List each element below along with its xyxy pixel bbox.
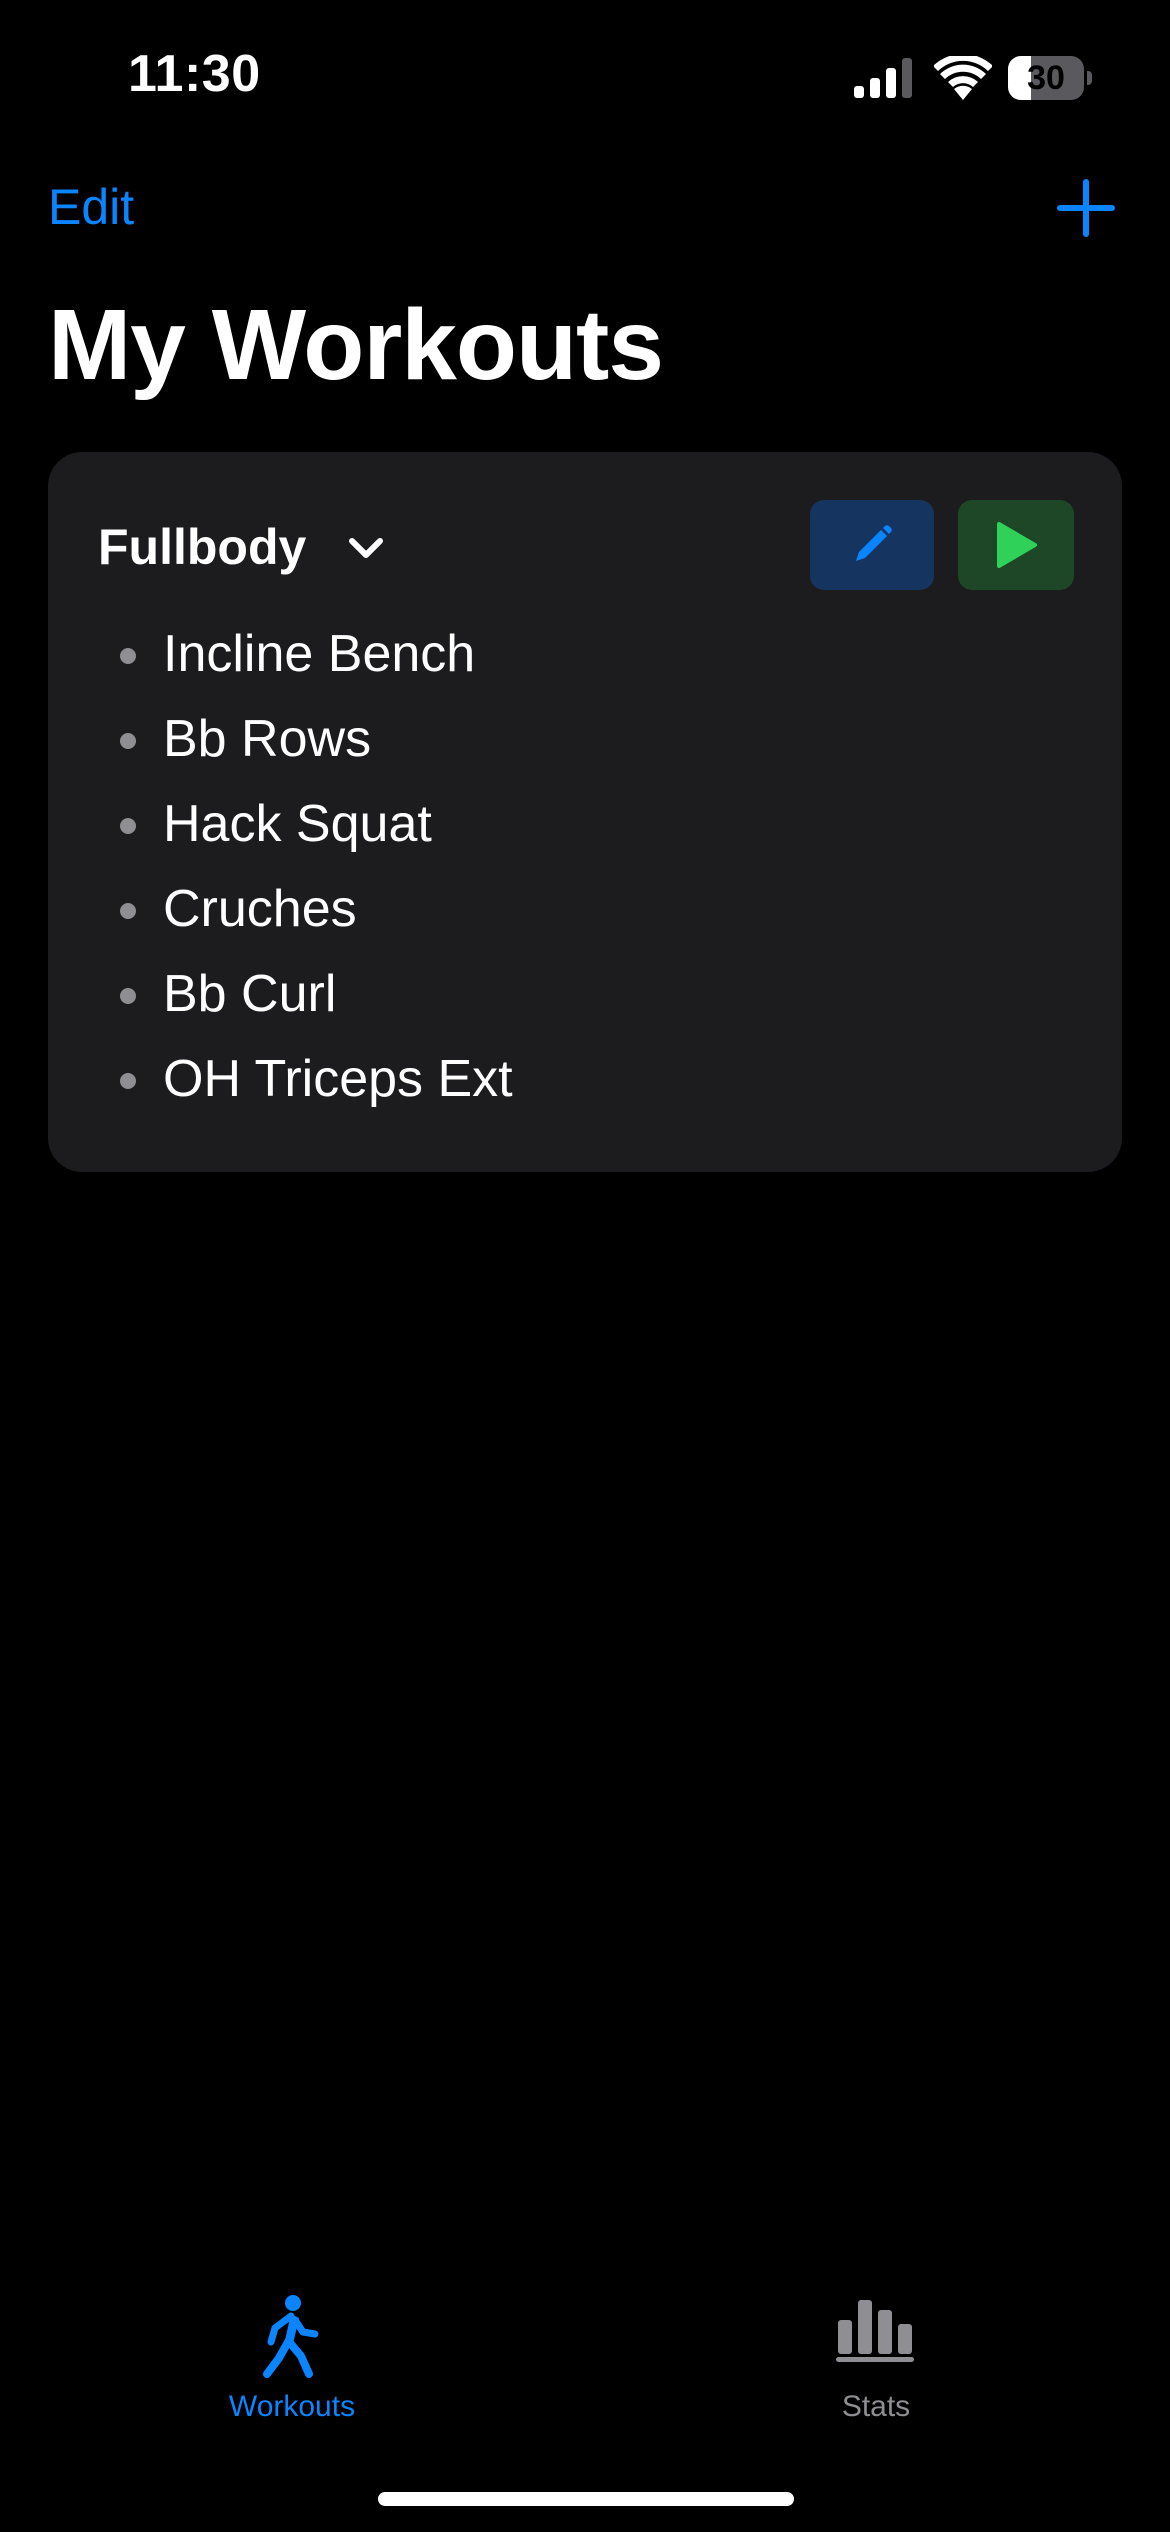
pencil-icon bbox=[856, 525, 892, 561]
bar-chart-icon bbox=[836, 2300, 914, 2362]
workout-card: Fullbody Incline Bench Bb Rows Hack Squa… bbox=[48, 452, 1122, 1172]
bullet bbox=[120, 1073, 136, 1089]
exercise-item: Bb Curl bbox=[48, 960, 1122, 1045]
workout-name: Fullbody bbox=[98, 519, 307, 575]
page-title: My Workouts bbox=[48, 289, 664, 401]
battery-level: 30 bbox=[1027, 59, 1065, 97]
exercise-label: Bb Curl bbox=[163, 965, 337, 1023]
chevron-down-icon[interactable] bbox=[344, 532, 388, 564]
play-icon bbox=[997, 522, 1037, 568]
walking-figure-icon bbox=[263, 2295, 319, 2378]
cellular-signal-icon bbox=[854, 58, 912, 98]
exercise-label: Bb Rows bbox=[163, 710, 372, 768]
exercise-item: Hack Squat bbox=[48, 790, 1122, 875]
tab-bar: Workouts Stats bbox=[0, 2280, 1170, 2440]
home-indicator[interactable] bbox=[378, 2492, 794, 2506]
bullet bbox=[120, 733, 136, 749]
exercise-item: Bb Rows bbox=[48, 705, 1122, 790]
edit-button[interactable]: Edit bbox=[48, 178, 134, 236]
tab-workouts[interactable]: Workouts bbox=[172, 2280, 412, 2430]
start-workout-button[interactable] bbox=[958, 500, 1074, 590]
bullet bbox=[120, 903, 136, 919]
exercise-item: Incline Bench bbox=[48, 620, 1122, 705]
battery-tip bbox=[1087, 71, 1092, 85]
bullet bbox=[120, 648, 136, 664]
exercise-label: Hack Squat bbox=[163, 795, 432, 853]
workout-card-header[interactable]: Fullbody bbox=[48, 452, 1122, 632]
exercise-item: Cruches bbox=[48, 875, 1122, 960]
exercise-item: OH Triceps Ext bbox=[48, 1045, 1122, 1130]
edit-workout-button[interactable] bbox=[810, 500, 934, 590]
exercise-label: Incline Bench bbox=[163, 625, 476, 683]
exercise-list: Incline Bench Bb Rows Hack Squat Cruches… bbox=[48, 620, 1122, 1130]
tab-workouts-label: Workouts bbox=[228, 2390, 356, 2423]
exercise-label: Cruches bbox=[163, 880, 357, 938]
exercise-label: OH Triceps Ext bbox=[163, 1050, 513, 1108]
wifi-icon bbox=[934, 56, 992, 100]
tab-stats-label: Stats bbox=[841, 2390, 911, 2423]
tab-stats[interactable]: Stats bbox=[756, 2280, 996, 2430]
screen: 11:30 30 Edit My Workouts Fullbody Incli… bbox=[0, 0, 1170, 2532]
add-workout-button[interactable] bbox=[1054, 176, 1118, 240]
bullet bbox=[120, 818, 136, 834]
bullet bbox=[120, 988, 136, 1004]
status-time: 11:30 bbox=[128, 45, 261, 103]
status-bar: 11:30 30 bbox=[0, 0, 1170, 150]
battery-body: 30 bbox=[1008, 56, 1084, 100]
plus-icon bbox=[1057, 179, 1115, 237]
battery-icon: 30 bbox=[1008, 56, 1092, 100]
